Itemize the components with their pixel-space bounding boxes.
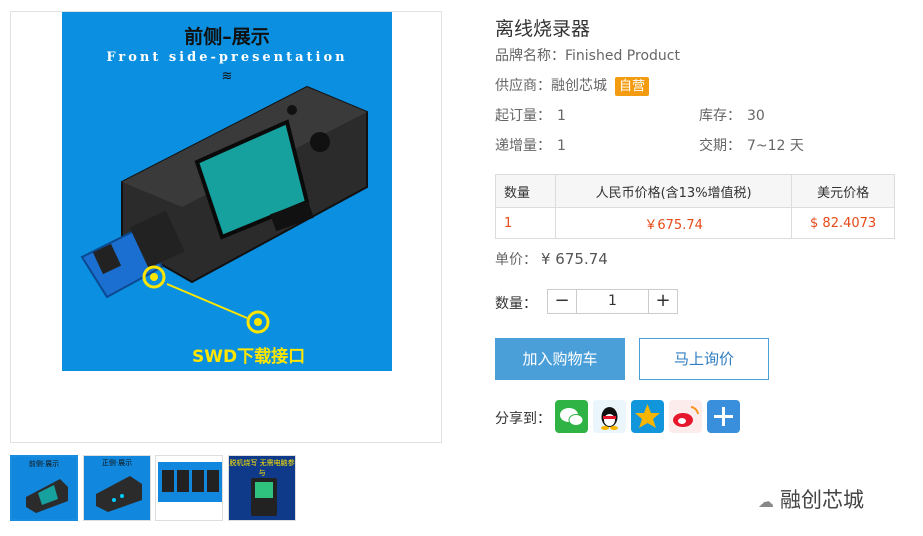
lead-time-value: 7~12 天 [747,138,804,154]
unit-price-row: 单价： ¥ 675.74 [495,249,608,269]
row-quantity: 1 [495,207,556,239]
qzone-icon[interactable] [631,400,664,433]
supplier-value[interactable]: 融创芯城 [551,78,607,94]
quantity-stepper: − 1 + [547,289,678,314]
thumbnail-device-icon [96,476,142,512]
weibo-icon[interactable] [669,400,702,433]
lead-time-label: 交期： [699,138,741,154]
more-share-icon[interactable] [707,400,740,433]
moq-row: 起订量： 1 [495,105,566,125]
supplier-label: 供应商： [495,78,551,94]
thumbnail-2[interactable]: 正侧·展示 [83,455,151,521]
quantity-label: 数量： [495,296,537,312]
thumbnail-4[interactable]: 脱机烧写 无需电脑参与 [228,455,296,521]
row-rmb-price: ￥675.74 [554,207,793,239]
thumbnail-1[interactable]: 前侧·展示 [10,455,78,521]
qq-penguin-icon [601,407,618,430]
watermark-text: 融创芯城 [780,488,864,512]
thumbnail-device-icon [26,479,68,513]
image-caption: SWD下载接口 [192,347,306,367]
plus-icon [714,407,733,426]
thumbnail-3[interactable] [155,455,223,521]
lead-time-row: 交期： 7~12 天 [699,135,804,155]
thumbnail-devices-icon [158,462,222,502]
quantity-input[interactable]: 1 [577,290,648,313]
wechat-icon[interactable] [555,400,588,433]
brand-value: Finished Product [565,48,680,64]
self-operated-badge: 自营 [615,77,650,96]
header-quantity: 数量 [495,174,556,208]
stock-value: 30 [747,108,765,124]
unit-price-value: ¥ 675.74 [541,250,608,268]
thumbnail-programmer-icon [251,478,277,516]
row-usd-price: $ 82.4073 [791,207,895,239]
wechat-watermark-icon: ☁ [758,492,774,511]
qq-icon[interactable] [593,400,626,433]
increment-label: 递增量： [495,138,551,154]
increase-button[interactable]: + [648,290,677,313]
table-row: 1 ￥675.74 $ 82.4073 [495,207,895,239]
header-rmb-price: 人民币价格(含13%增值税) [554,174,793,208]
product-main-image[interactable]: 前侧–展示 Front side-presentation ≋ SWD下载接口 [62,12,392,371]
weibo-eye-icon [673,406,699,427]
share-label: 分享到： [495,411,551,427]
decrease-button[interactable]: − [548,290,577,313]
qzone-star-icon [635,404,660,428]
add-to-cart-button[interactable]: 加入购物车 [495,338,625,380]
stock-row: 库存： 30 [699,105,765,125]
device-illustration [80,85,368,334]
stock-label: 库存： [699,108,741,124]
brand-label: 品牌名称： [495,48,565,64]
increment-row: 递增量： 1 [495,135,566,155]
wechat-glyph-icon [560,408,584,426]
moq-value: 1 [557,108,566,124]
inquire-button[interactable]: 马上询价 [639,338,769,380]
price-table: 数量 人民币价格(含13%增值税) 美元价格 1 ￥675.74 $ 82.40… [495,174,895,239]
watermark: ☁ 融创芯城 [758,484,864,514]
header-usd-price: 美元价格 [791,174,895,208]
product-title: 离线烧录器 [495,18,591,40]
price-table-header: 数量 人民币价格(含13%增值税) 美元价格 [495,174,895,208]
increment-value: 1 [557,138,566,154]
moq-label: 起订量： [495,108,551,124]
brand-row: 品牌名称：Finished Product [495,45,680,65]
unit-price-label: 单价： [495,252,537,268]
supplier-row: 供应商：融创芯城 自营 [495,75,650,96]
